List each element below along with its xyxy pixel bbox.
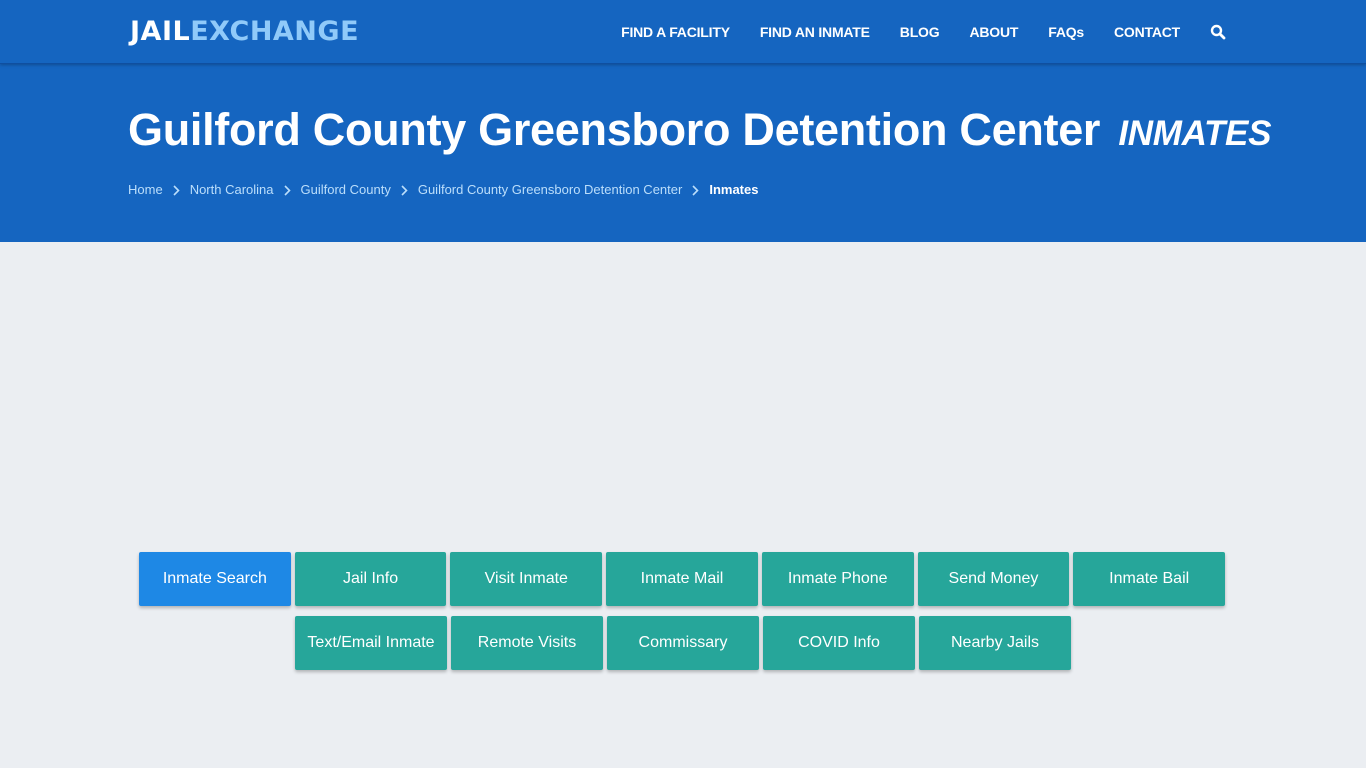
button-row-2: Text/Email Inmate Remote Visits Commissa… — [139, 616, 1229, 670]
page-title: Guilford County Greensboro Detention Cen… — [128, 104, 1271, 156]
inmate-bail-button[interactable]: Inmate Bail — [1073, 552, 1226, 606]
nav-contact[interactable]: CONTACT — [1114, 24, 1180, 40]
breadcrumb-county[interactable]: Guilford County — [301, 182, 391, 197]
jail-info-button[interactable]: Jail Info — [294, 552, 447, 606]
page-title-subtitle: INMATES — [1118, 114, 1272, 153]
chevron-right-icon — [401, 184, 408, 196]
visit-inmate-button[interactable]: Visit Inmate — [450, 552, 603, 606]
breadcrumb-home[interactable]: Home — [128, 182, 163, 197]
chevron-right-icon — [692, 184, 699, 196]
remote-visits-button[interactable]: Remote Visits — [451, 616, 603, 670]
inmate-phone-button[interactable]: Inmate Phone — [761, 552, 914, 606]
inmate-mail-button[interactable]: Inmate Mail — [606, 552, 758, 606]
nav-find-a-facility[interactable]: FIND A FACILITY — [621, 24, 730, 40]
chevron-right-icon — [283, 184, 291, 196]
logo-part-exchange: EXCHANGE — [190, 16, 360, 47]
breadcrumb: Home North Carolina Guilford County Guil… — [128, 182, 758, 197]
nav-find-an-inmate[interactable]: FIND AN INMATE — [760, 24, 870, 40]
facility-action-buttons: Inmate Search Jail Info Visit Inmate Inm… — [139, 552, 1229, 680]
breadcrumb-state[interactable]: North Carolina — [190, 182, 274, 197]
site-logo[interactable]: JAILEXCHANGE — [130, 16, 359, 47]
text-email-inmate-button[interactable]: Text/Email Inmate — [295, 616, 447, 670]
send-money-button[interactable]: Send Money — [917, 552, 1070, 606]
page-title-main: Guilford County Greensboro Detention Cen… — [128, 104, 1101, 155]
top-navbar: JAILEXCHANGE FIND A FACILITY FIND AN INM… — [0, 0, 1366, 64]
search-icon[interactable] — [1210, 24, 1226, 40]
breadcrumb-facility[interactable]: Guilford County Greensboro Detention Cen… — [418, 182, 682, 197]
hero-banner: Guilford County Greensboro Detention Cen… — [0, 64, 1366, 242]
nearby-jails-button[interactable]: Nearby Jails — [919, 616, 1071, 670]
inmate-search-button[interactable]: Inmate Search — [139, 552, 291, 606]
breadcrumb-current: Inmates — [709, 182, 759, 197]
button-row-1: Inmate Search Jail Info Visit Inmate Inm… — [139, 552, 1229, 606]
nav-blog[interactable]: BLOG — [900, 24, 940, 40]
main-nav: FIND A FACILITY FIND AN INMATE BLOG ABOU… — [591, 0, 1226, 64]
nav-about[interactable]: ABOUT — [969, 24, 1018, 40]
logo-part-jail: JAIL — [130, 16, 191, 47]
covid-info-button[interactable]: COVID Info — [763, 616, 915, 670]
chevron-right-icon — [173, 184, 180, 196]
commissary-button[interactable]: Commissary — [607, 616, 759, 670]
nav-faqs[interactable]: FAQs — [1048, 24, 1084, 40]
